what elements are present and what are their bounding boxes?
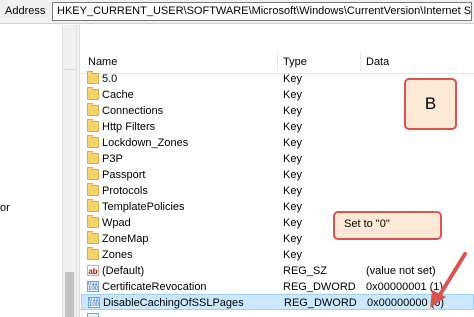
column-header-type[interactable]: Type xyxy=(283,56,307,68)
list-item[interactable]: Lockdown_Zones Key xyxy=(81,135,474,151)
list-item[interactable]: Protocols Key xyxy=(81,183,474,199)
folder-icon xyxy=(87,71,99,84)
folder-icon xyxy=(87,87,99,100)
item-type: REG_DWORD xyxy=(284,297,357,309)
tree-scrollbar-track xyxy=(63,25,76,70)
column-divider[interactable] xyxy=(360,53,361,71)
list-item[interactable]: ab (Default) REG_SZ (value not set) xyxy=(81,263,474,279)
item-name: (Default) xyxy=(102,265,145,277)
item-name: Http Filters xyxy=(102,121,156,133)
item-type: Key xyxy=(283,73,302,85)
folder-icon xyxy=(87,103,99,116)
item-type: REG_SZ xyxy=(283,265,328,277)
item-name: TemplatePolicies xyxy=(102,201,185,213)
item-type: Key xyxy=(283,137,302,149)
item-name: ZoneMap xyxy=(102,233,149,245)
item-type: Key xyxy=(283,105,302,117)
list-item[interactable]: 01101001 CertificateRevocation REG_DWORD… xyxy=(81,279,474,295)
item-name: Passport xyxy=(102,169,146,181)
tree-scrollbar[interactable] xyxy=(62,25,76,317)
column-header-name[interactable]: Name xyxy=(88,56,117,68)
item-name: Lockdown_Zones xyxy=(102,137,189,149)
folder-icon xyxy=(87,167,99,180)
list-item-selected[interactable]: 01101001 DisableCachingOfSSLPages REG_DW… xyxy=(81,294,474,310)
pane-splitter[interactable] xyxy=(76,25,80,317)
address-label: Address xyxy=(5,5,46,17)
item-name: 5.0 xyxy=(102,73,118,85)
item-type: Key xyxy=(283,185,302,197)
list-item[interactable]: Passport Key xyxy=(81,167,474,183)
item-name: Cache xyxy=(102,89,134,101)
item-name: CertificateRevocation xyxy=(102,281,207,293)
list-item-partial[interactable] xyxy=(81,311,474,317)
item-type: Key xyxy=(283,217,302,229)
folder-icon xyxy=(87,119,99,132)
values-list-pane: Name Type Data 5.0 Key Cache Key Connect… xyxy=(81,25,474,317)
binary-value-icon xyxy=(87,313,99,317)
callout-set-to-zero: Set to "0" xyxy=(333,211,442,240)
callout-b: B xyxy=(404,78,457,130)
item-type: Key xyxy=(283,89,302,101)
folder-icon xyxy=(87,215,99,228)
registry-tree-pane[interactable]: or xyxy=(0,25,76,317)
item-type: Key xyxy=(283,201,302,213)
tree-scrollbar-thumb[interactable] xyxy=(65,272,74,317)
red-arrow-icon xyxy=(430,252,467,308)
address-bar: Address HKEY_CURRENT_USER\SOFTWARE\Micro… xyxy=(0,0,474,24)
folder-icon xyxy=(87,151,99,164)
string-value-icon: ab xyxy=(87,265,99,276)
item-name: Zones xyxy=(102,249,133,261)
folder-icon xyxy=(87,135,99,148)
folder-icon xyxy=(87,231,99,244)
item-type: Key xyxy=(283,153,302,165)
list-item[interactable]: P3P Key xyxy=(81,151,474,167)
item-name: Protocols xyxy=(102,185,148,197)
binary-value-icon: 01101001 xyxy=(87,281,99,292)
item-type: Key xyxy=(283,169,302,181)
list-item[interactable]: Zones Key xyxy=(81,247,474,263)
item-name: Connections xyxy=(102,105,164,117)
column-header-data[interactable]: Data xyxy=(366,56,389,68)
item-name: Wpad xyxy=(102,217,131,229)
item-type: REG_DWORD xyxy=(283,281,356,293)
folder-icon xyxy=(87,199,99,212)
column-divider[interactable] xyxy=(277,53,278,71)
item-name: P3P xyxy=(102,153,123,165)
item-type: Key xyxy=(283,233,302,245)
address-input[interactable]: HKEY_CURRENT_USER\SOFTWARE\Microsoft\Win… xyxy=(52,2,472,21)
item-name: DisableCachingOfSSLPages xyxy=(103,297,244,309)
item-type: Key xyxy=(283,249,302,261)
folder-icon xyxy=(87,247,99,260)
item-type: Key xyxy=(283,121,302,133)
binary-value-icon: 01101001 xyxy=(88,297,100,308)
tree-item-partial[interactable]: or xyxy=(0,202,10,214)
folder-icon xyxy=(87,183,99,196)
